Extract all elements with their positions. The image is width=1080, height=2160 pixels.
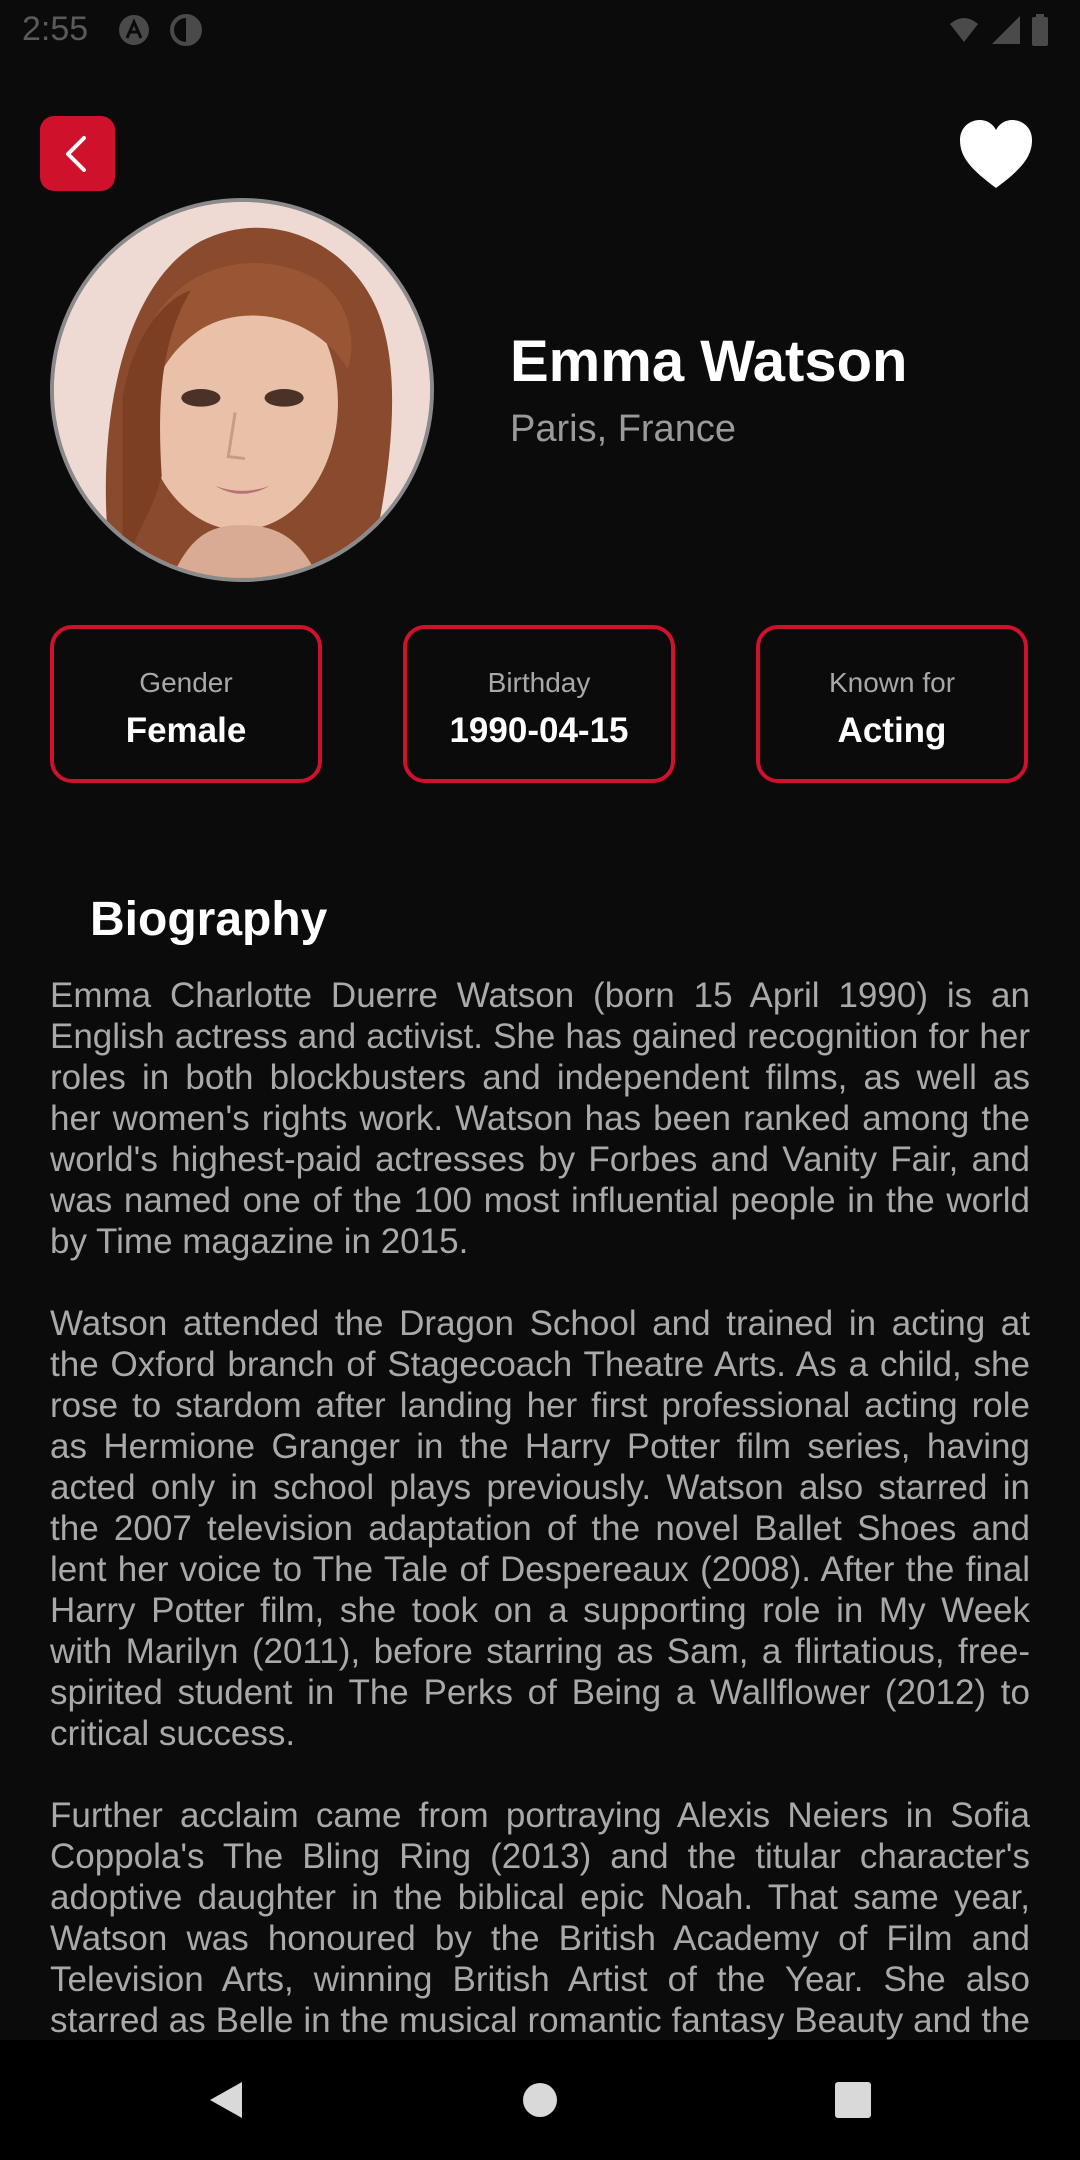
- info-card-gender: Gender Female: [50, 625, 322, 783]
- chevron-left-icon: [56, 132, 100, 176]
- wifi-icon: [948, 14, 980, 46]
- profile-photo: [50, 198, 434, 582]
- nav-recents-square-icon[interactable]: [834, 2081, 872, 2119]
- info-card-value: Female: [125, 711, 247, 750]
- biography-paragraph: Emma Charlotte Duerre Watson (born 15 Ap…: [50, 976, 1030, 1261]
- signal-icon: [990, 14, 1022, 46]
- portrait-illustration: [54, 202, 430, 578]
- info-card-label: Gender: [139, 667, 233, 698]
- info-card-known-for: Known for Acting: [756, 625, 1028, 783]
- info-card-label: Birthday: [487, 667, 591, 698]
- status-bar: 2:55: [0, 0, 1080, 60]
- biography-heading: Biography: [90, 893, 328, 946]
- status-time: 2:55: [22, 10, 89, 48]
- person-name: Emma Watson: [510, 329, 908, 394]
- nav-home-circle-icon[interactable]: [522, 2082, 558, 2118]
- biography-paragraph: Watson attended the Dragon School and tr…: [50, 1304, 1030, 1753]
- battery-icon: [1030, 14, 1050, 46]
- back-button[interactable]: [40, 116, 115, 191]
- data-saver-icon: [170, 14, 202, 46]
- person-location: Paris, France: [510, 408, 736, 450]
- notification-a-icon: [118, 14, 150, 46]
- heart-icon: [958, 118, 1034, 190]
- biography-paragraph: Further acclaim came from portraying Ale…: [50, 1796, 1030, 2040]
- info-card-birthday: Birthday 1990-04-15: [403, 625, 675, 783]
- biography-text[interactable]: Emma Charlotte Duerre Watson (born 15 Ap…: [50, 975, 1030, 2040]
- favorite-button[interactable]: [958, 118, 1034, 190]
- nav-back-triangle-icon[interactable]: [206, 2080, 246, 2120]
- system-nav-bar: [0, 2040, 1080, 2160]
- info-card-label: Known for: [828, 667, 956, 698]
- info-card-value: Acting: [837, 711, 947, 750]
- info-card-value: 1990-04-15: [449, 711, 629, 750]
